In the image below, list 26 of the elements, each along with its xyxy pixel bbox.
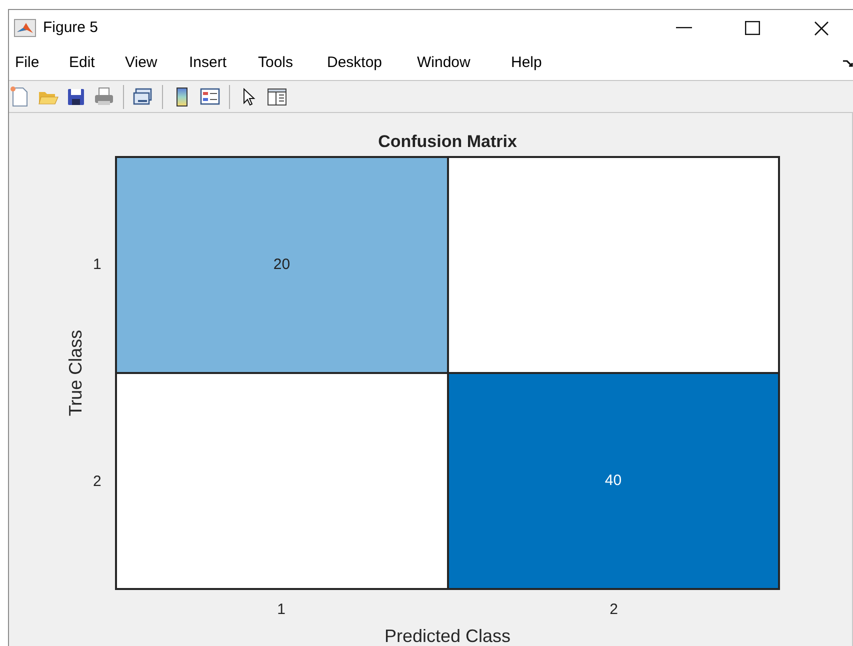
cell-value: 40 <box>604 470 622 491</box>
x-tick-label: 2 <box>610 600 618 620</box>
menu-item[interactable]: Insert <box>189 54 227 72</box>
y-axis-label: True Class <box>64 330 86 416</box>
legend-icon[interactable] <box>199 86 221 108</box>
close-icon <box>814 20 828 36</box>
minimize-icon <box>676 27 692 29</box>
menu-item[interactable]: View <box>125 54 158 72</box>
print-icon[interactable] <box>93 86 115 108</box>
x-tick-label: 1 <box>277 600 286 620</box>
menu-item[interactable]: Tools <box>258 54 294 72</box>
y-tick-label: 2 <box>93 471 102 492</box>
menu-item[interactable]: Desktop <box>327 54 382 72</box>
app-logo-icon <box>14 19 36 37</box>
linked-windows-icon[interactable] <box>132 86 154 108</box>
y-tick-label: 1 <box>93 254 102 274</box>
window-title: Figure 5 <box>43 18 98 38</box>
menu-item[interactable]: Edit <box>69 54 95 72</box>
menu-item[interactable]: File <box>15 54 40 72</box>
menu-item[interactable]: Help <box>511 54 542 72</box>
menu-item[interactable]: Window <box>417 54 470 72</box>
cell-value: 20 <box>273 254 290 275</box>
maximize-icon <box>744 21 760 35</box>
x-axis-label: Predicted Class <box>384 625 511 646</box>
chart-title: Confusion Matrix <box>378 131 517 153</box>
dock-arrow-icon[interactable] <box>843 60 853 68</box>
